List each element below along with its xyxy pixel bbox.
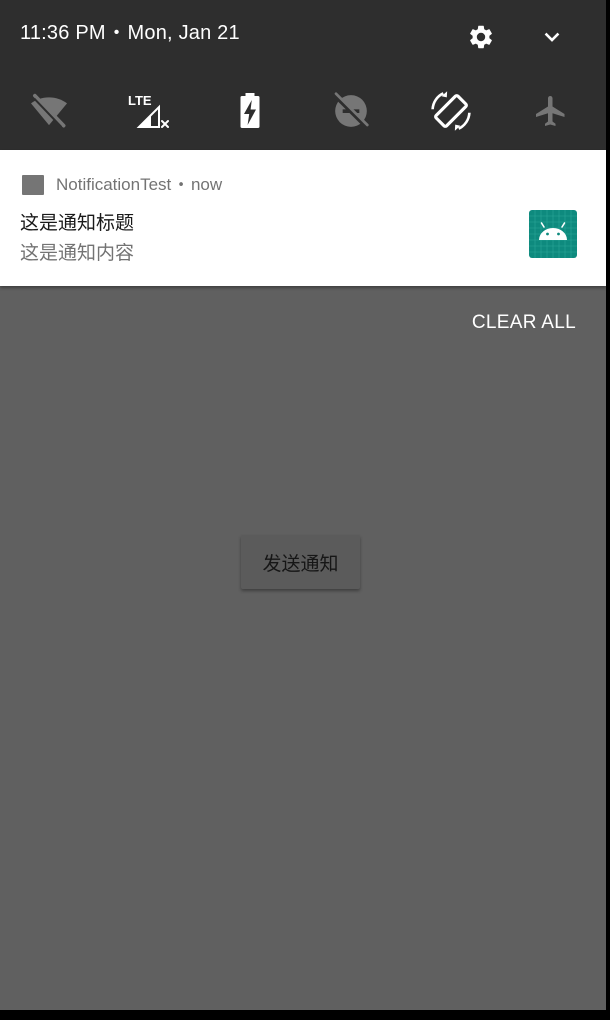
notification-card[interactable]: NotificationTest • now 这是通知标题 这是通知内容: [0, 150, 606, 286]
date-label: Mon, Jan 21: [127, 22, 240, 44]
quick-settings-panel: 11:36 PM • Mon, Jan 21 LTE: [0, 0, 606, 150]
date-time[interactable]: 11:36 PM • Mon, Jan 21: [20, 22, 240, 45]
wifi-off-icon: [31, 93, 67, 128]
chevron-down-icon: [544, 32, 560, 42]
notification-title: 这是通知标题: [20, 212, 135, 234]
notification-large-icon: [529, 210, 577, 258]
notification-header-separator: •: [177, 177, 185, 193]
android-icon: [529, 210, 577, 258]
tile-cellular[interactable]: LTE: [124, 86, 174, 136]
cellular-lte-no-signal-icon: LTE: [128, 93, 169, 128]
tile-auto-rotate[interactable]: [426, 86, 476, 136]
do-not-disturb-off-icon: [334, 92, 369, 128]
notification-app-name: NotificationTest: [56, 175, 172, 194]
notification-time: now: [190, 175, 223, 194]
clear-all-button[interactable]: CLEAR ALL: [472, 312, 576, 334]
clock-time: 11:36 PM: [20, 22, 106, 44]
auto-rotate-icon: [431, 91, 471, 131]
app-small-icon: [22, 175, 44, 195]
tile-do-not-disturb[interactable]: [326, 86, 376, 136]
quick-settings-tiles: LTE: [0, 86, 606, 136]
airplane-mode-icon: [536, 96, 565, 126]
tile-battery[interactable]: [225, 86, 275, 136]
notification-text: 这是通知内容: [20, 242, 135, 264]
device-screen: 11:36 PM • Mon, Jan 21 LTE NotificationT…: [0, 0, 606, 1010]
date-separator: •: [113, 24, 120, 41]
settings-button[interactable]: [464, 20, 498, 54]
quick-settings-header: 11:36 PM • Mon, Jan 21: [0, 0, 606, 74]
battery-charging-icon: [240, 93, 260, 128]
tile-airplane-mode[interactable]: [526, 86, 576, 136]
notification-header: NotificationTest • now: [22, 174, 222, 196]
tile-wifi[interactable]: [24, 86, 74, 136]
lte-label: LTE: [128, 93, 152, 108]
gear-icon: [470, 25, 492, 49]
expand-button[interactable]: [535, 20, 569, 54]
send-notification-button[interactable]: 发送通知: [241, 535, 360, 589]
